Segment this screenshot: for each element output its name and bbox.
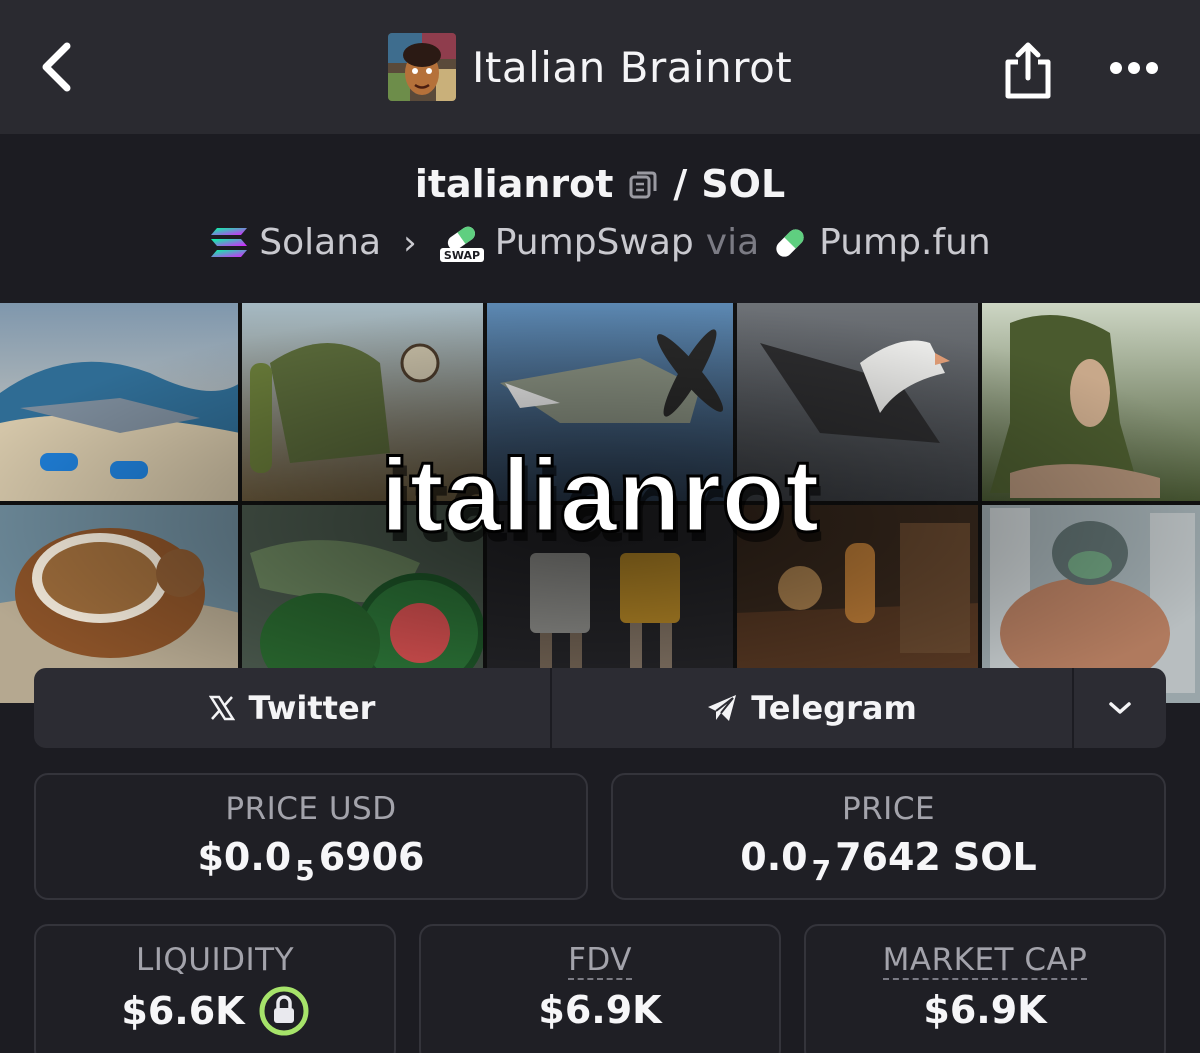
price-usd-prefix: $0.0 [197,835,292,879]
liquidity-card: LIQUIDITY $6.6K [34,924,396,1053]
copy-icon[interactable] [627,168,659,200]
chevron-down-icon [1109,702,1131,714]
price-sol-label: PRICE [841,791,936,827]
pair-separator: / [673,162,688,206]
chain-link[interactable]: Solana [209,222,381,263]
banner-collage: italianrot italianrot [0,303,1200,703]
dex-badge-text: SWAP [444,249,480,262]
price-sol-prefix: 0.0 [740,835,808,879]
price-sol-zero-count: 7 [811,854,832,887]
fdv-value: $6.9K [538,988,662,1032]
telegram-button[interactable]: Telegram [552,668,1074,748]
launchpad-link[interactable]: Pump.fun [771,222,991,263]
title-group: Italian Brainrot [388,33,792,101]
share-button[interactable] [998,40,1058,100]
base-token-symbol: italianrot [414,162,614,206]
fdv-card: FDV $6.9K [419,924,781,1053]
more-horizontal-icon [1110,62,1158,74]
x-logo-icon [208,695,235,721]
price-sol-digits: 7642 [835,835,941,879]
lock-icon[interactable] [259,986,309,1036]
market-cap-label[interactable]: MARKET CAP [882,942,1088,980]
chain-name: Solana [259,222,382,263]
quote-token-symbol: SOL [701,162,786,206]
telegram-label: Telegram [751,689,917,727]
pumpswap-icon: SWAP [439,226,484,262]
price-usd-label: PRICE USD [225,791,397,827]
dex-name: PumpSwap [494,222,694,263]
price-usd-digits: 6906 [318,835,425,879]
more-links-dropdown[interactable] [1074,668,1166,748]
twitter-label: Twitter [248,689,376,727]
price-sol-unit: SOL [952,835,1037,879]
route-line: Solana › SWAP PumpSwap via Pump.fun [0,222,1200,263]
twitter-button[interactable]: Twitter [34,668,552,748]
share-icon [1005,42,1051,99]
social-links-bar: Twitter Telegram [34,668,1166,748]
fdv-label[interactable]: FDV [568,942,632,980]
page-title: Italian Brainrot [472,42,793,92]
pair-section: italianrot / SOL Solana › SWAP PumpSwap … [0,134,1200,304]
dex-link[interactable]: SWAP PumpSwap [439,222,694,263]
chevron-right-icon: › [403,222,417,263]
liquidity-value-row: $6.6K [36,986,394,1036]
market-cap-value: $6.9K [923,988,1047,1032]
price-usd-value: $0.0 5 6906 [36,835,586,887]
token-avatar [388,33,456,101]
top-bar: Italian Brainrot [0,0,1200,134]
banner-text: italianrot [380,438,819,554]
telegram-icon [708,695,737,721]
price-sol-card: PRICE 0.0 7 7642 SOL [611,773,1166,900]
launchpad-name: Pump.fun [819,222,991,263]
chevron-left-icon [42,42,71,92]
token-banner-image: italianrot italianrot [0,303,1200,703]
liquidity-value: $6.6K [121,989,245,1033]
pair-name: italianrot / SOL [0,162,1200,206]
pill-icon [776,228,804,257]
back-button[interactable] [34,38,78,96]
solana-icon [211,227,248,257]
market-cap-card: MARKET CAP $6.9K [804,924,1166,1053]
price-usd-zero-count: 5 [295,854,315,887]
liquidity-label: LIQUIDITY [135,942,295,978]
price-usd-card: PRICE USD $0.0 5 6906 [34,773,588,900]
via-label: via [705,222,760,263]
price-sol-value: 0.0 7 7642 SOL [613,835,1164,887]
more-options-button[interactable] [1104,48,1164,88]
